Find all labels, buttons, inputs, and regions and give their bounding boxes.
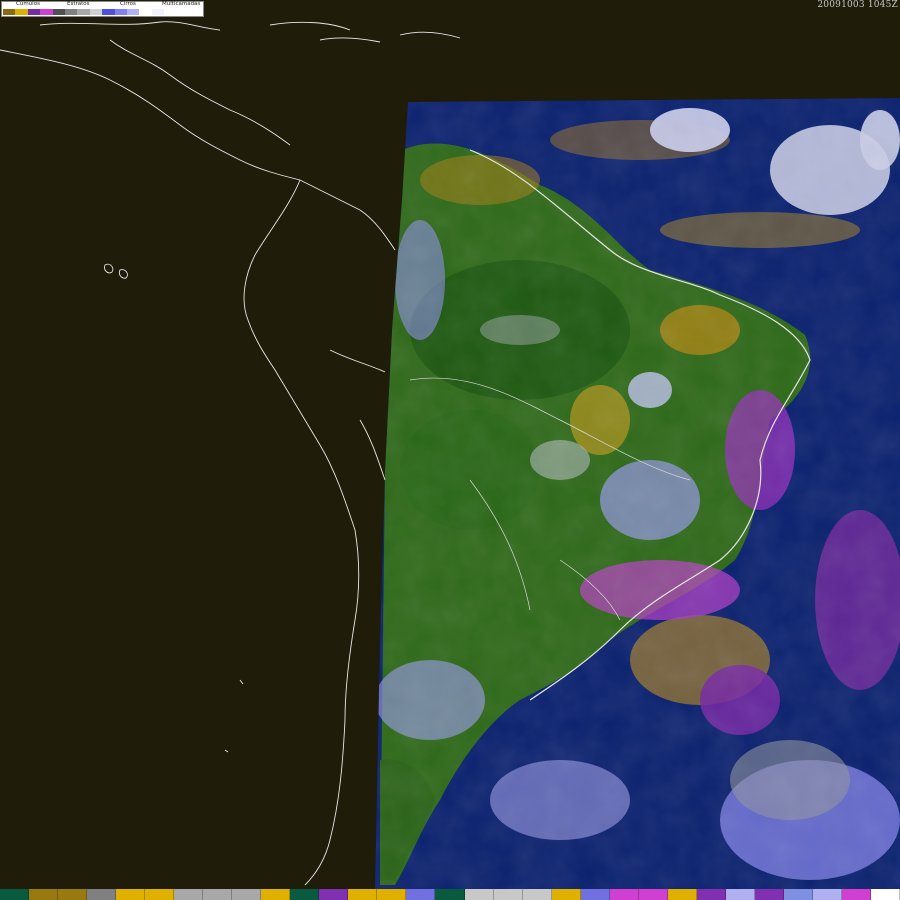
strip-color-cell xyxy=(609,889,639,900)
legend-swatch xyxy=(102,9,115,15)
strip-color-cell xyxy=(464,889,494,900)
strip-color-cell xyxy=(203,889,233,900)
legend-swatch xyxy=(89,9,103,15)
strip-color-cell xyxy=(522,889,552,900)
legend-color-swatches xyxy=(3,9,165,15)
legend-swatch xyxy=(3,9,16,15)
legend-swatch xyxy=(126,9,140,15)
legend-label-cumulos: Cúmulos xyxy=(16,1,40,7)
legend-swatch xyxy=(151,9,165,15)
strip-color-cell xyxy=(551,889,581,900)
legend-swatch xyxy=(77,9,90,15)
legend-label-multicamadas: Multicamadas xyxy=(162,1,201,7)
strip-color-cell xyxy=(783,889,813,900)
strip-color-cell xyxy=(232,889,262,900)
legend-swatch xyxy=(114,9,127,15)
strip-color-cell xyxy=(116,889,146,900)
strip-color-cell xyxy=(377,889,407,900)
legend-swatch xyxy=(139,9,152,15)
strip-color-cell xyxy=(290,889,320,900)
legend-swatch xyxy=(52,9,65,15)
strip-color-cell xyxy=(870,889,900,900)
strip-color-cell xyxy=(406,889,436,900)
strip-color-cell xyxy=(435,889,465,900)
strip-color-cell xyxy=(0,889,30,900)
bottom-color-strip xyxy=(0,889,900,900)
strip-color-cell xyxy=(841,889,871,900)
strip-color-cell xyxy=(174,889,204,900)
image-timestamp: 20091003 1045Z xyxy=(817,0,898,10)
strip-color-cell xyxy=(145,889,175,900)
strip-color-cell xyxy=(29,889,59,900)
strip-color-cell xyxy=(87,889,117,900)
cloud-type-legend: Cúmulos Estratos Cirros Multicamadas xyxy=(1,1,204,17)
legend-swatch xyxy=(40,9,53,15)
legend-swatch xyxy=(27,9,41,15)
strip-color-cell xyxy=(812,889,842,900)
strip-color-cell xyxy=(638,889,668,900)
legend-swatch xyxy=(15,9,28,15)
strip-color-cell xyxy=(580,889,610,900)
strip-color-cell xyxy=(725,889,755,900)
legend-label-estratos: Estratos xyxy=(67,1,90,7)
strip-color-cell xyxy=(696,889,726,900)
strip-color-cell xyxy=(493,889,523,900)
legend-label-cirros: Cirros xyxy=(120,1,136,7)
strip-color-cell xyxy=(58,889,88,900)
strip-color-cell xyxy=(348,889,378,900)
strip-color-cell xyxy=(667,889,697,900)
satellite-cloud-map xyxy=(0,21,900,890)
strip-color-cell xyxy=(319,889,349,900)
legend-swatch xyxy=(64,9,78,15)
strip-color-cell xyxy=(261,889,291,900)
strip-color-cell xyxy=(754,889,784,900)
